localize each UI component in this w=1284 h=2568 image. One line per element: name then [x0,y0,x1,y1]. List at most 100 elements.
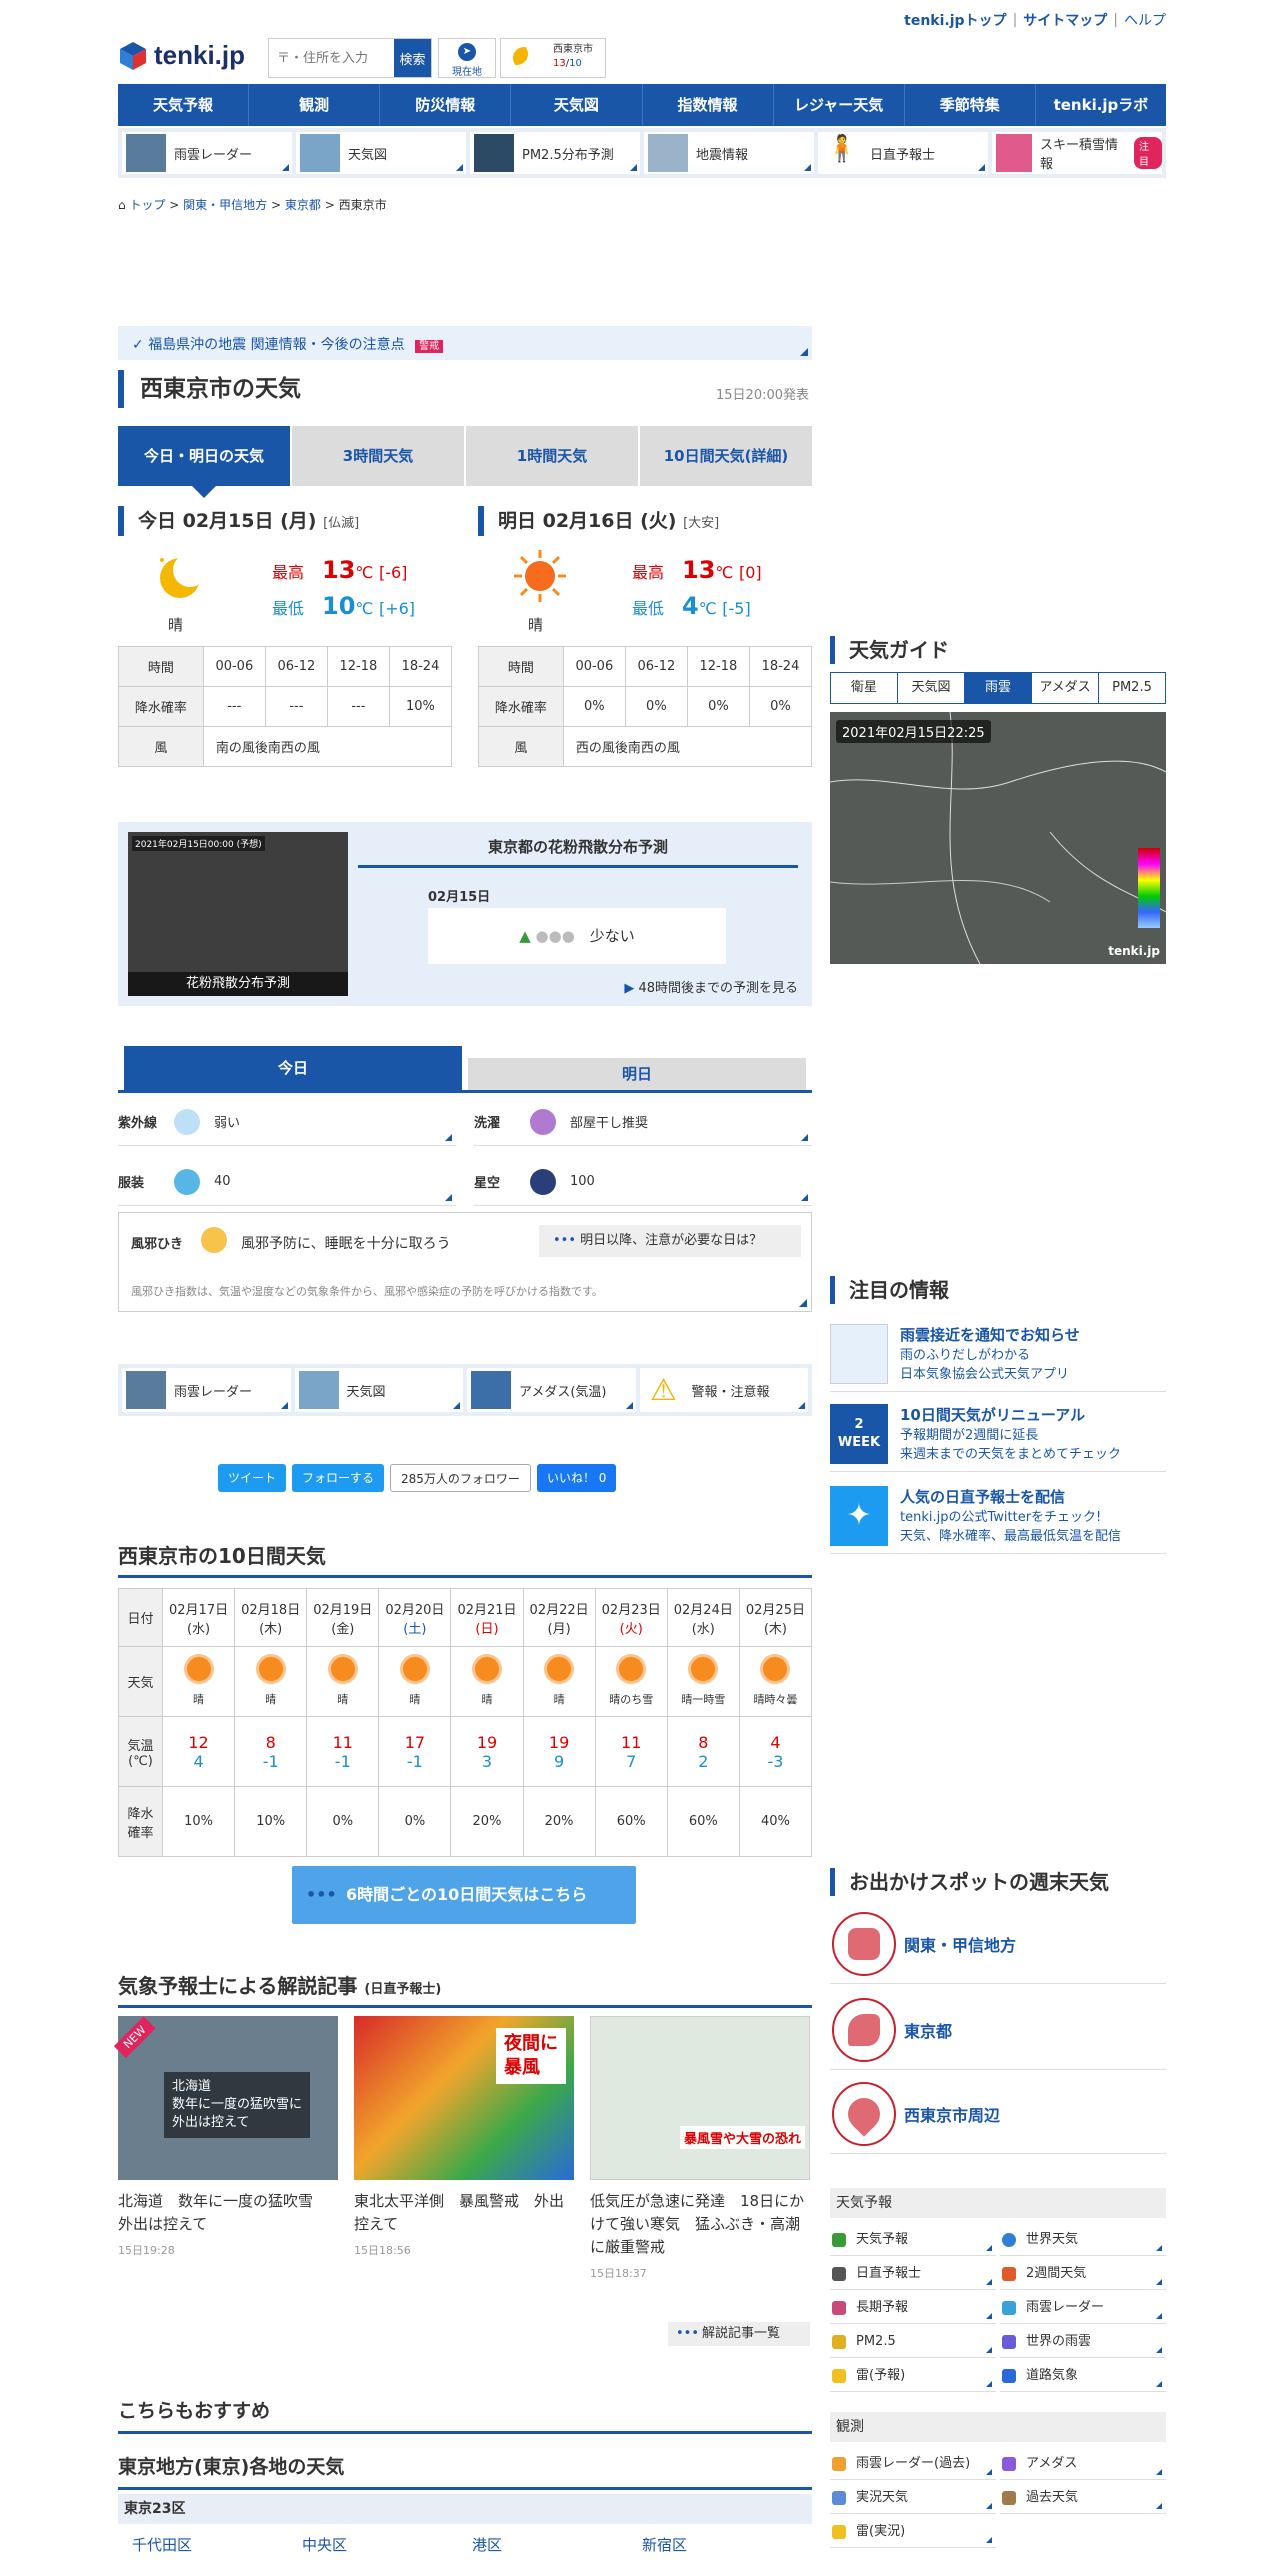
earthquake-notice[interactable]: ✓ 福島県沖の地震 関連情報・今後の注意点 警戒 [118,326,812,360]
notice-item[interactable]: 雨雲接近を通知でお知らせ 雨のふりだしがわかる 日本気象協会公式天気アプリ [830,1320,1166,1392]
sun-icon [763,1656,788,1681]
nav-item[interactable]: 季節特集 [905,84,1036,126]
ward-link[interactable]: 新宿区 [642,2534,812,2555]
mini-low: 10 [569,58,582,69]
like-button[interactable]: いいね！ 0 [536,1464,617,1492]
tab-today-tomorrow[interactable]: 今日・明日の天気 [118,426,290,498]
notice-item[interactable]: ✦ 人気の日直予報士を配信 tenki.jpの公式Twitterをチェック! 天… [830,1482,1166,1554]
mini-forecast[interactable]: 西東京市 13/10 [500,38,606,78]
spot-link-nishitokyo[interactable]: 西東京市周辺 [830,2074,1166,2154]
subnav-pm25[interactable]: PM2.5分布予測 [470,132,640,174]
day-rain: 20% [472,1814,502,1829]
link-thunder-current[interactable]: 雷(実況) [830,2516,996,2548]
link-past-radar[interactable]: 雨雲レーダー(過去) [830,2448,996,2480]
guide-tab-map[interactable]: 天気図 [898,673,965,703]
past-radar-icon [832,2457,846,2471]
six-hour-ten-day-button[interactable]: ••• 6時間ごとの10日間天気はこちら [292,1866,636,1924]
link-thunder-forecast[interactable]: 雷(予報) [830,2360,996,2392]
link-forecast[interactable]: 天気予報 [830,2224,996,2256]
nav-item[interactable]: 天気図 [511,84,643,126]
index-tab-today[interactable]: 今日 [124,1046,462,1090]
ten-day-date-cell: 02月18日 (木) [234,1588,308,1647]
current-location-button[interactable]: ➤ 現在地 [438,38,496,78]
notice-item-sub: 予報期間が2週間に延長 来週末までの天気をまとめてチェック [900,1428,1122,1462]
link-forecaster[interactable]: 日直予報士 [830,2258,996,2290]
link-long-range[interactable]: 長期予報 [830,2292,996,2324]
past-weather-icon [1002,2491,1016,2505]
link-rain-radar[interactable]: 雨雲レーダー [1000,2292,1166,2324]
warning-icon: ⚠ [650,1372,677,1408]
index-uv[interactable]: 紫外線 弱い [118,1098,456,1146]
guide-tab-pm25[interactable]: PM2.5 [1099,673,1165,703]
ten-day-temp-cell: 82 [666,1716,740,1787]
address-search-input[interactable] [269,39,394,77]
article-card[interactable]: NEW 北海道 数年に一度の猛吹雪に 外出は控えて 北海道 数年に一度の猛吹雪 … [113,2016,342,2258]
breadcrumb-link[interactable]: 東京都 [285,198,321,212]
link-current-weather[interactable]: 実況天気 [830,2482,996,2514]
mini-city: 西東京市 [553,44,593,55]
link-two-week[interactable]: 2週間天気 [1000,2258,1166,2290]
index-starry-sky[interactable]: 星空 100 [474,1158,812,1206]
breadcrumb-link[interactable]: トップ [129,198,165,212]
search-button[interactable]: 検索 [394,39,431,77]
nav-item[interactable]: レジャー天気 [774,84,905,126]
bottom-link-radar[interactable]: 雨雲レーダー [122,1368,291,1412]
day-max-temp: 8 [265,1732,276,1752]
thunder-icon [832,2369,846,2383]
link-past-weather[interactable]: 過去天気 [1000,2482,1166,2514]
ward-link[interactable]: 中央区 [302,2534,472,2555]
follow-button[interactable]: フォローする [292,1464,385,1492]
breadcrumb-link[interactable]: 関東・甲信地方 [183,198,267,212]
link-amedas[interactable]: アメダス [1000,2448,1166,2480]
pollen-level-box[interactable]: ▲ ●●● 少ない [428,908,726,964]
tweet-button[interactable]: ツイート [218,1464,287,1492]
spot-link-kanto[interactable]: 関東・甲信地方 [830,1904,1166,1984]
top-link-sitemap[interactable]: サイトマップ [1023,10,1107,30]
nav-item[interactable]: tenki.jpラボ [1036,84,1166,126]
article-card[interactable]: 夜間に 暴風 東北太平洋側 暴風警戒 外出控えて 15日18:56 [354,2016,578,2258]
rain-radar-map[interactable]: 2021年02月15日22:25 tenki.jp [830,712,1166,964]
day-max-temp: 8 [698,1732,709,1752]
site-logo[interactable]: tenki.jp [118,40,245,71]
guide-tab-rain[interactable]: 雨雲 [965,673,1032,703]
nav-item[interactable]: 観測 [249,84,381,126]
ten-day-temp-cell: 12 4 [161,1716,236,1787]
spot-link-tokyo[interactable]: 東京都 [830,1990,1166,2070]
subnav-rain-radar[interactable]: 雨雲レーダー [122,132,292,174]
day-date: 02月19日 [313,1602,373,1618]
ward-link[interactable]: 港区 [472,2534,642,2555]
tab-10day[interactable]: 10日間天気(詳細) [640,426,812,486]
index-value: 部屋干し推奨 [570,1116,649,1131]
nav-item[interactable]: 天気予報 [118,84,250,126]
top-link-home[interactable]: tenki.jpトップ [904,10,1006,30]
day-date: 02月18日 [241,1602,301,1618]
cold-future-button[interactable]: ••• 明日以降、注意が必要な日は？ [539,1225,801,1257]
pollen-more-link[interactable]: ▶ 48時間後までの予測を見る [624,977,798,996]
tab-1hour[interactable]: 1時間天気 [466,426,638,486]
bottom-link-warnings[interactable]: ⚠ 警報・注意報 [639,1368,808,1412]
index-laundry[interactable]: 洗濯 部屋干し推奨 [474,1098,812,1146]
subnav-forecaster[interactable]: 🧍 日直予報士 [818,132,988,174]
article-card[interactable]: 暴風雪や大雪の恐れ 低気圧が急速に発達 18日にかけて強い寒気 猛ふぶき・高潮に… [590,2016,814,2281]
subnav-earthquake[interactable]: 地震情報 [644,132,814,174]
pollen-map[interactable]: 2021年02月15日00:00 (予想) 花粉飛散分布予測 [128,832,348,996]
nav-item[interactable]: 指数情報 [643,84,774,126]
link-world-weather[interactable]: 世界天気 [1000,2224,1166,2256]
article-list-button[interactable]: ••• 解説記事一覧 [668,2322,810,2346]
link-world-rain[interactable]: 世界の雨雲 [1000,2326,1166,2358]
guide-tab-satellite[interactable]: 衛星 [831,673,898,703]
ward-link[interactable]: 千代田区 [132,2534,302,2555]
guide-tab-amedas[interactable]: アメダス [1032,673,1099,703]
bottom-link-map[interactable]: 天気図 [294,1368,463,1412]
subnav-ski[interactable]: スキー積雪情報 注目 [992,132,1162,174]
tab-3hour[interactable]: 3時間天気 [292,426,464,486]
nav-item[interactable]: 防災情報 [380,84,512,126]
bottom-link-amedas[interactable]: アメダス(気温) [467,1368,636,1412]
index-clothing[interactable]: 服装 40 [118,1158,456,1206]
subnav-weather-map[interactable]: 天気図 [296,132,466,174]
top-link-help[interactable]: ヘルプ [1124,10,1166,30]
link-road-weather[interactable]: 道路気象 [1000,2360,1166,2392]
notice-item[interactable]: 2 WEEK 10日間天気がリニューアル 予報期間が2週間に延長 来週末までの天… [830,1400,1166,1472]
link-pm25[interactable]: PM2.5 [830,2326,996,2358]
index-tab-tomorrow[interactable]: 明日 [468,1058,806,1090]
